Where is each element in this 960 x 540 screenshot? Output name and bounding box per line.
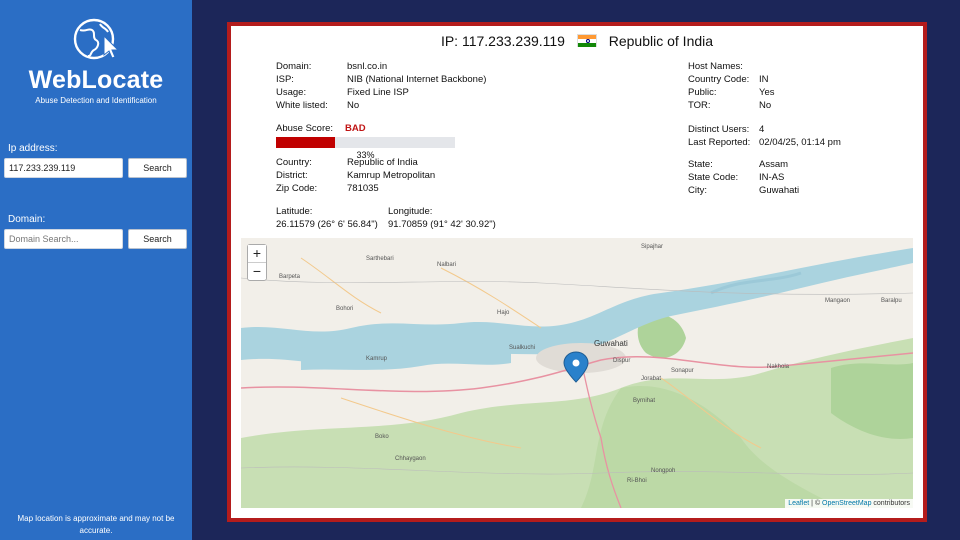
domain-value: bsnl.co.in xyxy=(347,61,388,72)
isp-value: NIB (National Internet Backbone) xyxy=(347,74,487,85)
brand-tagline: Abuse Detection and Identification xyxy=(35,96,157,105)
state-value: Assam xyxy=(759,159,789,170)
map-place-label: Boko xyxy=(375,434,389,440)
location-map[interactable]: Barpeta Nalbari Sarthebari Bohori Hajo S… xyxy=(241,238,913,508)
map-place-label: Kamrup xyxy=(366,356,388,362)
map-attribution: Leaflet | © OpenStreetMap contributors xyxy=(785,499,913,508)
country-key: Country: xyxy=(276,157,312,168)
last-reported-value: 02/04/25, 01:14 pm xyxy=(759,137,841,148)
country-code-value: IN xyxy=(759,74,769,85)
map-place-label: Hajo xyxy=(497,310,510,316)
zip-value: 781035 xyxy=(347,183,379,194)
map-place-label: Guwahati xyxy=(594,339,628,348)
ip-address-heading: IP: 117.233.239.119 xyxy=(440,33,565,49)
domain-search-button[interactable]: Search xyxy=(128,229,187,249)
attribution-separator: | © xyxy=(809,500,823,507)
abuse-score-level: BAD xyxy=(345,123,366,134)
map-place-label: Dispur xyxy=(613,358,631,364)
tor-value: No xyxy=(759,100,772,111)
brand-title: WebLocate xyxy=(28,66,164,94)
globe-cursor-icon xyxy=(73,18,120,60)
map-place-label: Jorabat xyxy=(641,376,662,382)
domain-key: Domain: xyxy=(276,61,312,72)
map-place-label: Nongpoh xyxy=(651,468,676,474)
abuse-score-bar xyxy=(276,137,455,148)
leaflet-link[interactable]: Leaflet xyxy=(788,500,809,507)
district-value: Kamrup Metropolitan xyxy=(347,170,436,181)
attribution-tail: contributors xyxy=(871,500,910,507)
map-place-label: Nalbari xyxy=(437,262,457,268)
city-value: Guwahati xyxy=(759,185,800,196)
state-key: State: xyxy=(688,159,713,170)
country-heading: Republic of India xyxy=(608,33,714,49)
distinct-users-key: Distinct Users: xyxy=(688,124,750,135)
domain-label: Domain: xyxy=(8,214,46,225)
latitude-key: Latitude: xyxy=(276,206,313,217)
sidebar: WebLocate Abuse Detection and Identifica… xyxy=(0,0,192,540)
abuse-score-key: Abuse Score: xyxy=(276,123,334,134)
map-place-label: Sarthebari xyxy=(366,256,394,262)
usage-key: Usage: xyxy=(276,87,307,98)
map-tiles[interactable] xyxy=(241,238,913,508)
ip-title: IP: 117.233.239.119 Republic of India xyxy=(231,33,923,49)
map-accuracy-note: Map location is approximate and may not … xyxy=(17,514,175,535)
whitelisted-key: White listed: xyxy=(276,100,328,111)
longitude-key: Longitude: xyxy=(388,206,433,217)
zoom-in-button[interactable]: + xyxy=(248,245,266,262)
map-place-label: Mangaon xyxy=(825,298,851,304)
ip-address-input[interactable] xyxy=(4,158,123,178)
map-place-label: Baralpu xyxy=(881,298,902,304)
abuse-score-fill xyxy=(276,137,336,148)
ip-address-label: Ip address: xyxy=(8,143,58,154)
map-place-label: Bohori xyxy=(336,306,354,312)
ip-details-panel: IP: 117.233.239.119 Republic of India Do… xyxy=(227,22,927,522)
tor-key: TOR: xyxy=(688,100,711,111)
zoom-out-button[interactable]: − xyxy=(248,262,266,279)
district-key: District: xyxy=(276,170,308,181)
domain-search-input[interactable] xyxy=(4,229,123,249)
map-place-label: Sualkuchi xyxy=(509,345,536,351)
public-value: Yes xyxy=(759,87,775,98)
country-code-key: Country Code: xyxy=(688,74,750,85)
map-place-label: Nakhola xyxy=(767,364,790,370)
distinct-users-value: 4 xyxy=(759,124,765,135)
map-place-label: Sipajhar xyxy=(641,244,664,250)
isp-key: ISP: xyxy=(276,74,294,85)
state-code-value: IN-AS xyxy=(759,172,785,183)
india-flag-icon xyxy=(576,34,597,47)
ip-search-button[interactable]: Search xyxy=(128,158,187,178)
country-value: Republic of India xyxy=(347,157,418,168)
whitelisted-value: No xyxy=(347,100,360,111)
public-key: Public: xyxy=(688,87,717,98)
map-zoom-control: + − xyxy=(247,244,267,281)
latitude-value: 26.11579 (26° 6' 56.84") xyxy=(276,219,378,230)
hostnames-key: Host Names: xyxy=(688,61,743,72)
city-key: City: xyxy=(688,185,707,196)
map-place-label: Chhaygaon xyxy=(395,456,426,462)
zip-key: Zip Code: xyxy=(276,183,318,194)
longitude-value: 91.70859 (91° 42' 30.92") xyxy=(388,219,496,230)
map-place-label: Sonapur xyxy=(671,368,694,374)
map-place-label: Ri-Bhoi xyxy=(627,478,647,484)
last-reported-key: Last Reported: xyxy=(688,137,751,148)
osm-link[interactable]: OpenStreetMap xyxy=(822,500,871,507)
state-code-key: State Code: xyxy=(688,172,739,183)
map-place-label: Barpeta xyxy=(279,274,301,280)
usage-value: Fixed Line ISP xyxy=(347,87,409,98)
map-place-label: Byrnihat xyxy=(633,398,656,404)
